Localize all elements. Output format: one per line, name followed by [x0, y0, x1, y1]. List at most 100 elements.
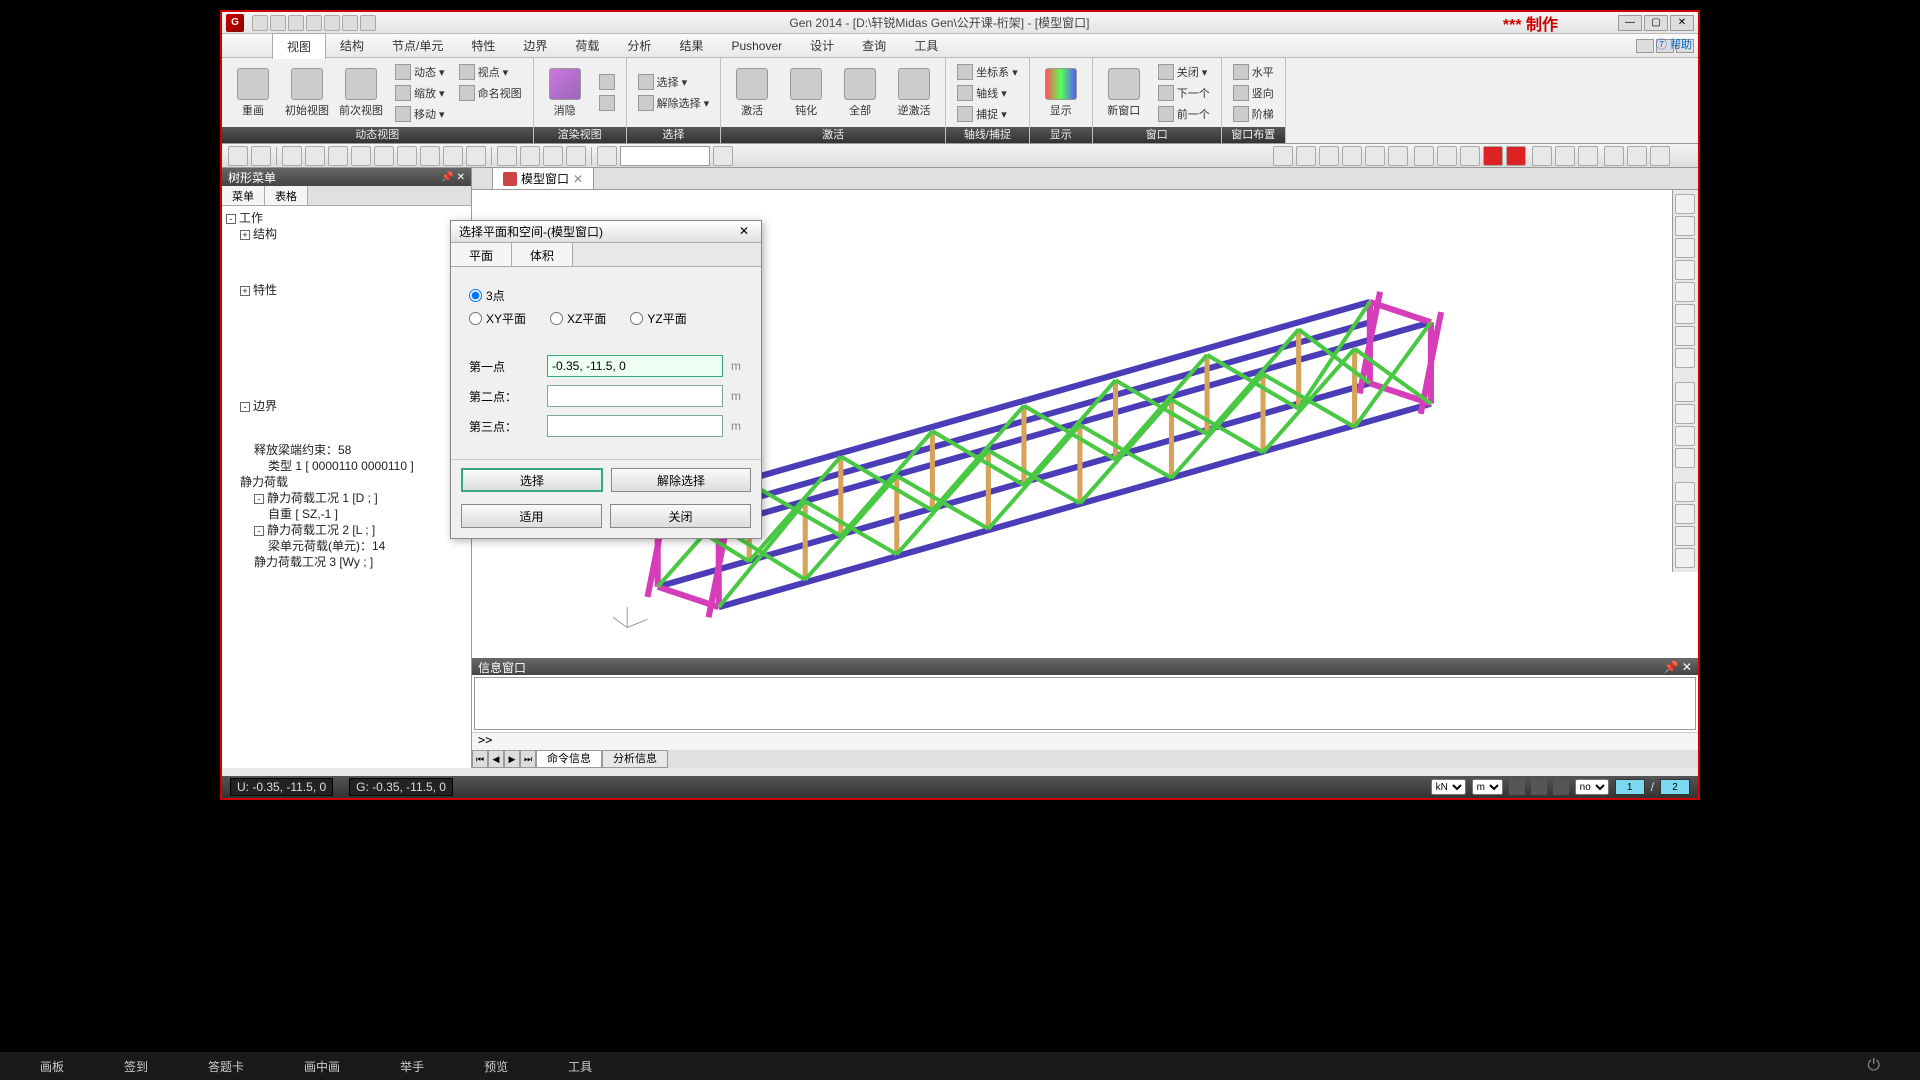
invact-button[interactable]: 逆激活	[889, 61, 939, 125]
mdi-minimize[interactable]	[1636, 39, 1654, 53]
maximize-button[interactable]: ▢	[1644, 15, 1668, 31]
dynamic-button[interactable]: 动态 ▾	[390, 62, 450, 82]
display-button[interactable]: 显示	[1036, 61, 1086, 125]
input-point3[interactable]	[547, 415, 723, 437]
info-panel-pin-icon[interactable]: 📌 ✕	[1664, 660, 1692, 674]
menu-tools[interactable]: 工具	[900, 33, 952, 58]
tb-lock-icon[interactable]	[1650, 146, 1670, 166]
tb-icon[interactable]	[1365, 146, 1385, 166]
menu-node-element[interactable]: 节点/单元	[378, 33, 457, 58]
pin-icon[interactable]: 📌 ✕	[441, 172, 465, 183]
menu-property[interactable]: 特性	[457, 33, 509, 58]
bb-pip[interactable]: 画中画	[304, 1058, 340, 1075]
menu-structure[interactable]: 结构	[326, 33, 378, 58]
unit-force[interactable]: kN	[1431, 779, 1466, 795]
tb-red-icon[interactable]	[1506, 146, 1526, 166]
redo-icon[interactable]	[251, 146, 271, 166]
qat-dropdown-icon[interactable]	[360, 15, 376, 31]
tree-node[interactable]: 边界	[253, 399, 277, 413]
horiz-button[interactable]: 水平	[1228, 62, 1279, 82]
bb-answer[interactable]: 答题卡	[208, 1058, 244, 1075]
dialog-tab-plane[interactable]: 平面	[451, 243, 512, 266]
dialog-titlebar[interactable]: 选择平面和空间-(模型窗口) ✕	[451, 221, 761, 243]
dialog-tab-volume[interactable]: 体积	[512, 243, 573, 266]
prevwin-button[interactable]: 前一个	[1153, 104, 1215, 124]
menu-load[interactable]: 荷载	[561, 33, 613, 58]
tb-icon[interactable]	[1460, 146, 1480, 166]
vtb-icon[interactable]	[1675, 548, 1695, 568]
tree-node[interactable]: 类型 1 [ 0000110 0000110 ]	[268, 459, 414, 473]
tb-icon[interactable]	[420, 146, 440, 166]
bb-signin[interactable]: 签到	[124, 1058, 148, 1075]
vtb-icon[interactable]	[1675, 282, 1695, 302]
tree-view[interactable]: -工作 +结构 +特性 -边界 释放梁端约束：58 类型 1 [ 0000110…	[222, 206, 471, 768]
select-combo[interactable]	[620, 146, 710, 166]
tb-icon[interactable]	[520, 146, 540, 166]
snap-button[interactable]: 捕捉 ▾	[952, 104, 1023, 124]
tb-icon[interactable]	[374, 146, 394, 166]
info-panel-content[interactable]	[474, 677, 1696, 730]
tb-icon[interactable]	[282, 146, 302, 166]
tb-icon[interactable]	[305, 146, 325, 166]
power-icon[interactable]: ⏻	[1867, 1057, 1880, 1075]
all-button[interactable]: 全部	[835, 61, 885, 125]
dialog-unselect-button[interactable]: 解除选择	[611, 468, 751, 492]
input-point1[interactable]	[547, 355, 723, 377]
bb-preview[interactable]: 预览	[484, 1058, 508, 1075]
info-tab-analysis[interactable]: 分析信息	[602, 750, 668, 768]
vtb-icon[interactable]	[1675, 404, 1695, 424]
bb-tools[interactable]: 工具	[568, 1058, 592, 1075]
vtb-icon[interactable]	[1675, 194, 1695, 214]
move-button[interactable]: 移动 ▾	[390, 104, 450, 124]
status-field-1[interactable]	[1615, 779, 1645, 795]
tb-icon[interactable]	[1437, 146, 1457, 166]
minimize-button[interactable]: —	[1618, 15, 1642, 31]
status-icon[interactable]	[1531, 779, 1547, 795]
radio-xy-input[interactable]	[469, 312, 482, 325]
qat-preview-icon[interactable]	[324, 15, 340, 31]
status-icon[interactable]	[1553, 779, 1569, 795]
nextwin-button[interactable]: 下一个	[1153, 83, 1215, 103]
tb-select-icon[interactable]	[597, 146, 617, 166]
tb-icon[interactable]	[1319, 146, 1339, 166]
dialog-close-button[interactable]: 关闭	[610, 504, 751, 528]
grid-button[interactable]: 轴线 ▾	[952, 83, 1023, 103]
tb-icon[interactable]	[1296, 146, 1316, 166]
doc-tab-close-icon[interactable]: ✕	[573, 172, 583, 186]
radio-xz[interactable]: XZ平面	[550, 310, 606, 327]
unit-length[interactable]: m	[1472, 779, 1503, 795]
status-no[interactable]: no	[1575, 779, 1609, 795]
vtb-icon[interactable]	[1675, 504, 1695, 524]
vtb-icon[interactable]	[1675, 348, 1695, 368]
menu-view[interactable]: 视图	[272, 33, 326, 59]
tree-node[interactable]: 梁单元荷载(单元)：14	[268, 539, 385, 553]
input-point2[interactable]	[547, 385, 723, 407]
command-prompt[interactable]: >>	[472, 732, 1698, 750]
passivate-button[interactable]: 钝化	[781, 61, 831, 125]
tb-icon[interactable]	[1532, 146, 1552, 166]
tree-node[interactable]: 特性	[253, 283, 277, 297]
tb-icon[interactable]	[443, 146, 463, 166]
nameview-button[interactable]: 命名视图	[454, 83, 527, 103]
vtb-icon[interactable]	[1675, 482, 1695, 502]
tree-node[interactable]: 静力荷载	[240, 475, 288, 489]
radio-yz[interactable]: YZ平面	[630, 310, 686, 327]
vtb-icon[interactable]	[1675, 382, 1695, 402]
tb-icon[interactable]	[566, 146, 586, 166]
tb-filter-icon[interactable]	[713, 146, 733, 166]
tree-tab-menu[interactable]: 菜单	[222, 186, 265, 205]
initview-button[interactable]: 初始视图	[282, 61, 332, 125]
activate-button[interactable]: 激活	[727, 61, 777, 125]
qat-search-icon[interactable]	[342, 15, 358, 31]
render-opt2[interactable]	[594, 93, 620, 113]
info-tab-command[interactable]: 命令信息	[536, 750, 602, 768]
zoom-button[interactable]: 缩放 ▾	[390, 83, 450, 103]
bb-board[interactable]: 画板	[40, 1058, 64, 1075]
radio-xz-input[interactable]	[550, 312, 563, 325]
info-tab-first[interactable]: ⏮	[472, 750, 488, 768]
bb-raise-hand[interactable]: 举手	[400, 1058, 424, 1075]
viewpt-button[interactable]: 视点 ▾	[454, 62, 527, 82]
tb-icon[interactable]	[1627, 146, 1647, 166]
render-opt[interactable]	[594, 72, 620, 92]
menu-query[interactable]: 查询	[848, 33, 900, 58]
